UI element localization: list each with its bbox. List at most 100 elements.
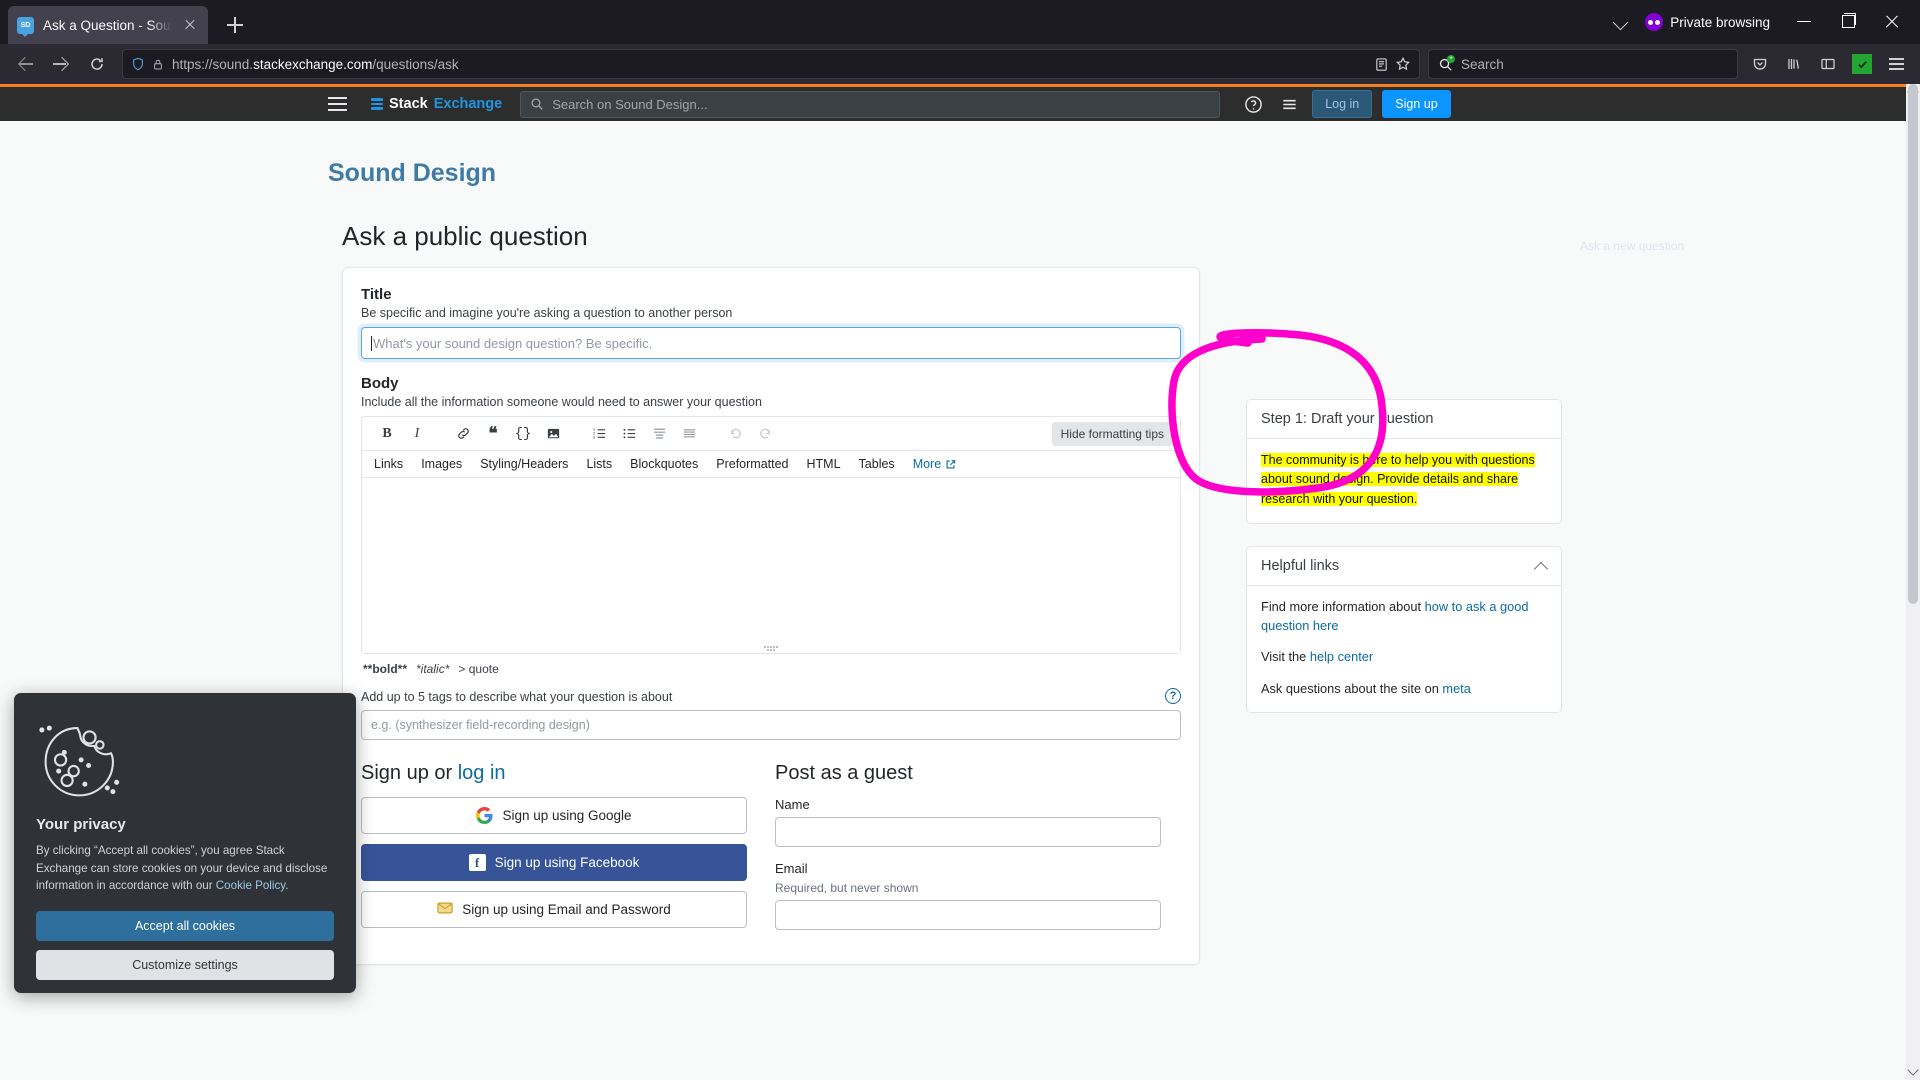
body-field-label: Body — [361, 375, 399, 392]
code-icon[interactable]: {} — [508, 420, 538, 448]
logo-text-stack: Stack — [389, 96, 428, 112]
helpful-link-text-2: Ask questions about the site on — [1261, 680, 1443, 696]
guest-name-input[interactable] — [775, 817, 1161, 847]
scrollbar-thumb[interactable] — [1908, 84, 1918, 604]
signup-column: Sign up or log in Sign up using Google f… — [361, 762, 747, 944]
tips-link-more[interactable]: More — [913, 457, 956, 471]
external-link-icon — [946, 459, 956, 468]
link-icon[interactable] — [448, 420, 478, 448]
sidebar-icon[interactable] — [1812, 48, 1844, 80]
hide-formatting-tips-button[interactable]: Hide formatting tips — [1051, 422, 1173, 446]
signup-heading: Sign up or log in — [361, 762, 747, 785]
chevron-down-icon[interactable] — [1603, 4, 1639, 40]
text-caret — [371, 335, 372, 351]
cookie-dialog-text: By clicking “Accept all cookies”, you ag… — [36, 842, 334, 895]
stack-exchange-sites-icon[interactable] — [1276, 91, 1302, 117]
help-icon[interactable] — [1240, 91, 1266, 117]
tips-link-preformatted[interactable]: Preformatted — [716, 457, 788, 471]
bold-icon[interactable]: B — [372, 420, 402, 448]
reload-icon[interactable] — [80, 48, 114, 80]
site-menu-icon[interactable] — [328, 96, 347, 112]
title-input-placeholder: What's your sound design question? Be sp… — [373, 335, 653, 351]
site-title[interactable]: Sound Design — [328, 159, 496, 188]
page-scrollbar[interactable] — [1906, 84, 1920, 1080]
undo-icon[interactable] — [720, 420, 750, 448]
italic-icon[interactable]: I — [402, 420, 432, 448]
hamburger-menu-icon[interactable] — [1880, 48, 1912, 80]
maximize-icon[interactable] — [1826, 0, 1870, 44]
blockquote-icon[interactable]: ❝ — [478, 420, 508, 448]
tabstrip-right-controls: Private browsing — [1603, 0, 1920, 44]
guest-email-input[interactable] — [775, 900, 1161, 930]
site-search-placeholder: Search on Sound Design... — [552, 96, 708, 112]
login-link[interactable]: log in — [458, 762, 506, 784]
scroll-down-icon[interactable] — [1907, 1064, 1919, 1076]
ordered-list-icon[interactable]: 123 — [584, 420, 614, 448]
tab-title: Ask a Question - Sound Design — [43, 17, 172, 33]
question-mark-icon[interactable]: ? — [1165, 688, 1181, 704]
star-icon[interactable] — [1395, 56, 1411, 72]
back-arrow-icon[interactable] — [8, 48, 42, 80]
chevron-up-icon[interactable] — [1535, 560, 1547, 572]
page-viewport: Stack Exchange Search on Sound Design... … — [0, 84, 1920, 1080]
email-signup-button[interactable]: Sign up using Email and Password — [361, 891, 747, 928]
tips-link-tables[interactable]: Tables — [859, 457, 895, 471]
stackexchange-logo[interactable]: Stack Exchange — [371, 96, 502, 112]
browser-search-bar[interactable]: + Search — [1428, 49, 1738, 79]
pocket-icon[interactable] — [1744, 48, 1776, 80]
helpful-link-text-1: Visit the — [1261, 649, 1310, 665]
logo-text-exchange: Exchange — [433, 96, 503, 112]
title-input[interactable]: What's your sound design question? Be sp… — [361, 327, 1181, 359]
stackexchange-logo-icon — [371, 98, 383, 110]
login-button[interactable]: Log in — [1312, 90, 1373, 118]
body-textarea[interactable] — [362, 478, 1180, 653]
helpful-link-anchor-1[interactable]: help center — [1310, 649, 1373, 664]
tips-link-blockquotes[interactable]: Blockquotes — [630, 457, 698, 471]
site-search-input[interactable]: Search on Sound Design... — [520, 90, 1221, 118]
helpful-link-text-0: Find more information about — [1261, 599, 1425, 615]
tags-hint-text: Add up to 5 tags to describe what your q… — [361, 690, 673, 704]
helpful-link-row: Visit the help center — [1261, 648, 1547, 667]
window-close-icon[interactable] — [1870, 0, 1914, 44]
new-tab-button[interactable] — [218, 8, 252, 42]
guest-column: Post as a guest Name Email Required, but… — [775, 762, 1161, 944]
redo-icon[interactable] — [750, 420, 780, 448]
helpful-link-anchor-2[interactable]: meta — [1442, 681, 1470, 696]
editor-toolbar: B I ❝ {} 123 Hide formatting tips — [362, 417, 1180, 451]
signup-heading-prefix: Sign up or — [361, 762, 458, 784]
image-icon[interactable] — [538, 420, 568, 448]
library-icon[interactable] — [1778, 48, 1810, 80]
extension-checkmark-icon[interactable] — [1846, 48, 1878, 80]
email-signup-label: Sign up using Email and Password — [462, 902, 671, 917]
browser-tab[interactable]: SD Ask a Question - Sound Design — [8, 6, 208, 44]
bullet-list-icon[interactable] — [614, 420, 644, 448]
facebook-signup-label: Sign up using Facebook — [494, 855, 640, 870]
reader-view-icon[interactable] — [1374, 57, 1389, 72]
search-add-icon: + — [1438, 54, 1455, 72]
tips-link-lists[interactable]: Lists — [586, 457, 612, 471]
resize-handle[interactable] — [764, 646, 778, 651]
close-icon[interactable] — [181, 16, 199, 34]
url-icons — [131, 57, 164, 71]
heading-icon[interactable] — [644, 420, 674, 448]
tags-input[interactable]: e.g. (synthesizer field-recording design… — [361, 710, 1181, 740]
customize-settings-button[interactable]: Customize settings — [36, 949, 334, 980]
accept-all-cookies-button[interactable]: Accept all cookies — [36, 910, 334, 941]
tab-favicon-icon: SD — [17, 16, 34, 37]
tips-link-html[interactable]: HTML — [807, 457, 841, 471]
signup-button[interactable]: Sign up — [1382, 90, 1451, 118]
cookie-text-suffix: . — [285, 879, 289, 893]
minimize-icon[interactable] — [1782, 0, 1826, 44]
tips-link-links[interactable]: Links — [374, 457, 403, 471]
url-bar[interactable]: https://sound.stackexchange.com/question… — [122, 49, 1420, 79]
helpful-links-header[interactable]: Helpful links — [1247, 547, 1561, 587]
google-signup-button[interactable]: Sign up using Google — [361, 797, 747, 834]
horizontal-rule-icon[interactable] — [674, 420, 704, 448]
facebook-signup-button[interactable]: f Sign up using Facebook — [361, 844, 747, 881]
forward-arrow-icon[interactable] — [44, 48, 78, 80]
tips-link-images[interactable]: Images — [421, 457, 462, 471]
step1-highlighted-text: The community is here to help you with q… — [1261, 453, 1535, 506]
step1-card-body: The community is here to help you with q… — [1247, 439, 1561, 523]
tips-link-styling[interactable]: Styling/Headers — [480, 457, 568, 471]
cookie-policy-link[interactable]: Cookie Policy — [216, 879, 285, 892]
